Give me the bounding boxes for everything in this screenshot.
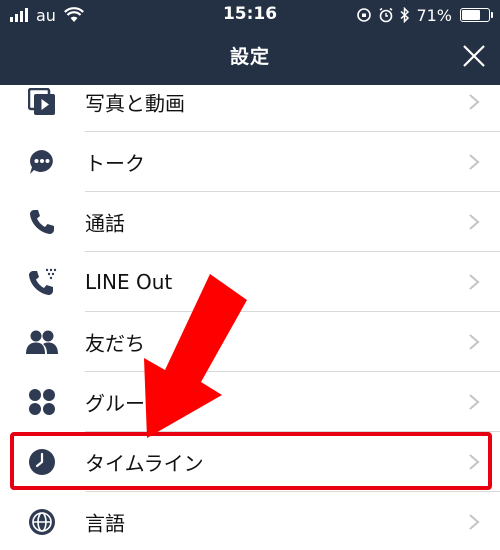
chevron-right-icon <box>469 274 480 290</box>
chevron-right-icon <box>469 154 480 170</box>
chevron-right-icon <box>469 94 480 110</box>
battery-icon <box>460 8 493 22</box>
chevron-right-icon <box>469 334 480 350</box>
rotation-lock-icon <box>357 8 372 22</box>
settings-item-photos-videos[interactable]: 写真と動画 <box>0 72 500 132</box>
chevron-right-icon <box>469 514 480 530</box>
settings-item-calls[interactable]: 通話 <box>0 192 500 252</box>
status-bar: au 15:16 71% <box>0 0 500 30</box>
settings-item-label: グループ <box>85 391 164 416</box>
settings-item-label: トーク <box>85 151 145 176</box>
settings-item-label: 写真と動画 <box>85 91 185 116</box>
chevron-right-icon <box>469 214 480 230</box>
photo-video-icon <box>25 85 59 119</box>
groups-icon <box>25 385 59 419</box>
settings-item-friends[interactable]: 友だち <box>0 312 500 372</box>
settings-item-label: 通話 <box>85 211 125 236</box>
settings-item-label: 言語 <box>85 511 125 536</box>
close-icon[interactable] <box>462 44 486 68</box>
globe-icon <box>25 505 59 539</box>
settings-item-line-out[interactable]: LINE Out <box>0 252 500 312</box>
status-right: 71% <box>356 5 493 25</box>
bluetooth-icon <box>400 7 410 23</box>
chat-bubble-icon <box>25 145 59 179</box>
settings-item-groups[interactable]: グループ <box>0 372 500 432</box>
phone-icon <box>25 205 59 239</box>
alarm-icon <box>379 7 393 23</box>
highlight-box <box>10 432 492 490</box>
settings-item-chats[interactable]: トーク <box>0 132 500 192</box>
line-out-phone-icon <box>25 265 59 299</box>
settings-item-label: 友だち <box>85 331 145 356</box>
chevron-right-icon <box>469 394 480 410</box>
page-title: 設定 <box>229 46 270 68</box>
settings-item-language[interactable]: 言語 <box>0 492 500 550</box>
battery-percent: 71% <box>416 5 452 25</box>
settings-item-label: LINE Out <box>85 270 173 294</box>
friends-icon <box>25 325 59 359</box>
